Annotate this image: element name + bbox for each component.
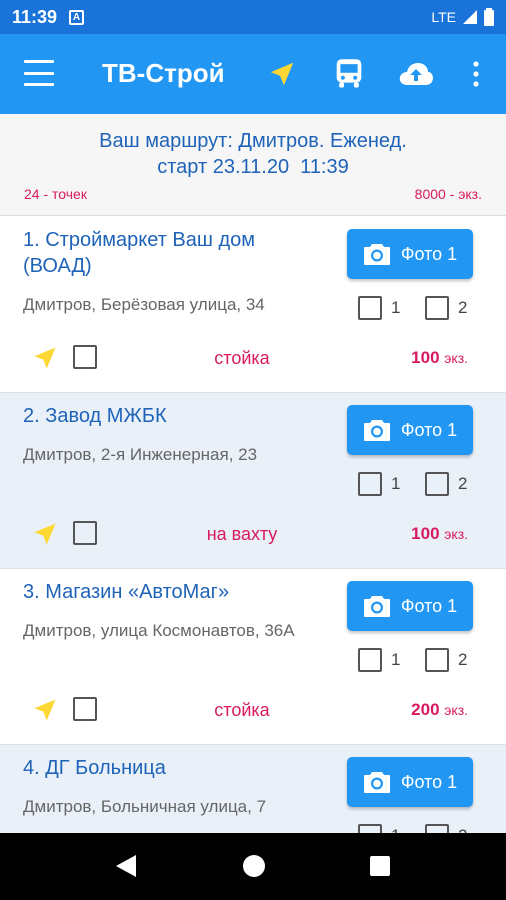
photo-button-label: Фото 1: [400, 771, 458, 792]
quantity-value: 200: [411, 700, 440, 719]
list-item[interactable]: 2. Завод МЖБК Дмитров, 2-я Инженерная, 2…: [0, 393, 506, 569]
status-indicators: LTE: [431, 8, 494, 26]
network-label: LTE: [431, 9, 456, 25]
item-title[interactable]: 3. Магазин «АвтоМаг»: [23, 579, 323, 605]
camera-icon: [363, 420, 390, 441]
list-item[interactable]: 4. ДГ Больница Дмитров, Больничная улица…: [0, 745, 506, 833]
checkbox-1[interactable]: [358, 296, 382, 320]
photo-button[interactable]: Фото 1: [347, 405, 473, 455]
system-nav-bar: [0, 833, 506, 900]
checkbox-2[interactable]: [425, 472, 449, 496]
checkbox-1-label: 1: [391, 650, 401, 669]
visited-checkbox[interactable]: [73, 345, 97, 369]
item-address: Дмитров, Больничная улица, 7: [23, 797, 267, 816]
photo-button-label: Фото 1: [400, 243, 458, 264]
photo-button[interactable]: Фото 1: [347, 229, 473, 279]
quantity-unit: экз.: [444, 526, 468, 542]
more-vert-icon[interactable]: [456, 54, 496, 94]
checkbox-1-label: 1: [391, 474, 401, 493]
item-address: Дмитров, улица Космонавтов, 36А: [23, 621, 295, 640]
quantity-unit: экз.: [444, 350, 468, 366]
navigate-arrow-icon[interactable]: [31, 520, 59, 548]
quantity-unit: экз.: [444, 702, 468, 718]
points-list[interactable]: 1. Строймаркет Ваш дом (ВОАД) Дмитров, Б…: [0, 217, 506, 833]
item-title[interactable]: 2. Завод МЖБК: [23, 403, 323, 429]
navigate-arrow-icon[interactable]: [31, 696, 59, 724]
checkbox-2-label: 2: [458, 826, 467, 833]
navigate-arrow-icon[interactable]: [31, 344, 59, 372]
checkbox-2[interactable]: [425, 296, 449, 320]
checkbox-2[interactable]: [425, 648, 449, 672]
visited-checkbox[interactable]: [73, 697, 97, 721]
checkbox-1[interactable]: [358, 824, 382, 833]
home-icon[interactable]: [243, 855, 265, 877]
status-bar: 11:39 A LTE: [0, 0, 506, 34]
item-quantity: 200 экз.: [411, 700, 468, 720]
notification-icon: A: [69, 9, 85, 25]
back-icon[interactable]: [116, 855, 136, 877]
checkbox-2-label: 2: [458, 298, 468, 317]
checkbox-1[interactable]: [358, 648, 382, 672]
placement-type: на вахту: [206, 524, 278, 544]
route-start: старт 23.11.20 11:39: [157, 156, 349, 178]
navigation-icon[interactable]: [262, 54, 302, 94]
item-title[interactable]: 1. Строймаркет Ваш дом (ВОАД): [23, 227, 323, 279]
battery-icon: [484, 8, 494, 26]
camera-icon: [363, 244, 390, 265]
checkbox-1[interactable]: [358, 472, 382, 496]
placement-type: стойка: [214, 700, 270, 720]
list-item[interactable]: 1. Строймаркет Ваш дом (ВОАД) Дмитров, Б…: [0, 217, 506, 393]
cloud-upload-icon[interactable]: [396, 54, 436, 94]
quantity-value: 100: [411, 348, 440, 367]
photo-button[interactable]: Фото 1: [347, 581, 473, 631]
photo-button-label: Фото 1: [400, 595, 458, 616]
placement-type: стойка: [214, 348, 270, 368]
item-address: Дмитров, Берёзовая улица, 34: [23, 295, 265, 314]
photo-button[interactable]: Фото 1: [347, 757, 473, 807]
screen: 11:39 A LTE ТВ-Строй Ваш маршрут: Дмитро…: [0, 0, 506, 900]
app-title: ТВ-Строй: [102, 58, 225, 88]
item-title[interactable]: 4. ДГ Больница: [23, 755, 323, 781]
app-bar: ТВ-Строй: [0, 34, 506, 114]
bus-icon[interactable]: [329, 54, 369, 94]
route-name: Ваш маршрут: Дмитров. Еженед.: [99, 130, 407, 152]
camera-icon: [363, 772, 390, 793]
checkbox-2-label: 2: [458, 650, 468, 669]
route-copies-count: 8000 - экз.: [414, 186, 482, 202]
item-quantity: 100 экз.: [411, 524, 468, 544]
route-header: Ваш маршрут: Дмитров. Еженед. старт 23.1…: [0, 114, 506, 216]
item-quantity: 100 экз.: [411, 348, 468, 368]
signal-icon: [463, 10, 477, 24]
status-time: 11:39: [12, 6, 58, 27]
checkbox-2[interactable]: [425, 824, 449, 833]
recent-apps-icon[interactable]: [370, 856, 390, 876]
visited-checkbox[interactable]: [73, 521, 97, 545]
list-item[interactable]: 3. Магазин «АвтоМаг» Дмитров, улица Косм…: [0, 569, 506, 745]
item-address: Дмитров, 2-я Инженерная, 23: [23, 445, 258, 464]
checkbox-1-label: 1: [391, 826, 400, 833]
quantity-value: 100: [411, 524, 440, 543]
checkbox-1-label: 1: [391, 298, 401, 317]
menu-icon[interactable]: [24, 60, 54, 86]
checkbox-2-label: 2: [458, 474, 468, 493]
camera-icon: [363, 596, 390, 617]
photo-button-label: Фото 1: [400, 419, 458, 440]
route-points-count: 24 - точек: [24, 186, 87, 202]
